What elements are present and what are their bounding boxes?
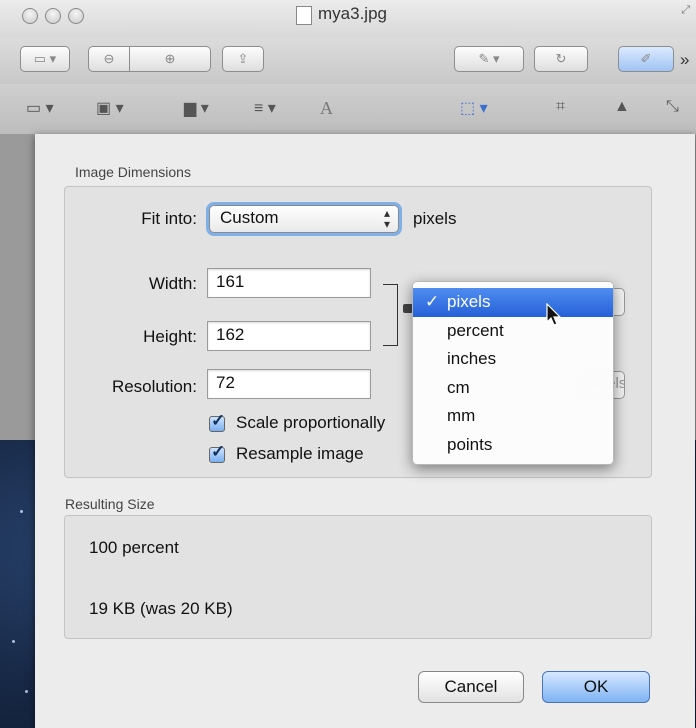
sidebar-view-icon: ▭ ▾ (33, 51, 57, 66)
annotate-button[interactable]: ✎ ▾ (454, 46, 524, 72)
menu-item-label: mm (447, 406, 476, 425)
menu-item-mm[interactable]: mm (413, 402, 613, 431)
menu-item-label: pixels (447, 292, 491, 311)
height-field[interactable]: 162 (207, 321, 371, 351)
fit-into-popup[interactable]: Custom ▴ ▾ (209, 205, 399, 233)
sidebar-view-button[interactable]: ▭ ▾ (20, 46, 70, 72)
fullscreen-icon[interactable]: ⤢ (681, 4, 690, 17)
minimize-window-button[interactable] (45, 8, 61, 24)
resulting-size-group (64, 515, 652, 639)
main-toolbar: ▭ ▾ ⊖ ⊕ ⇪ ✎ ▾ ↻ ✐ » (0, 38, 696, 84)
height-label: Height: (143, 327, 197, 346)
menu-item-percent[interactable]: percent (413, 317, 613, 346)
result-percent: 100 percent (89, 538, 179, 557)
fit-into-label: Fit into: (141, 209, 197, 228)
menu-check-icon: ✓ (425, 292, 440, 311)
cancel-button[interactable]: Cancel (418, 671, 524, 703)
annotate-pen-icon: ✎ ▾ (478, 51, 500, 66)
resample-image-label[interactable]: Resample image (236, 444, 364, 464)
close-window-button[interactable] (22, 8, 38, 24)
checkmark-icon: ✓ (211, 411, 226, 430)
resolution-label: Resolution: (111, 377, 197, 396)
menu-item-label: percent (447, 321, 504, 340)
menu-item-pixels[interactable]: ✓ pixels (413, 288, 613, 317)
dimensions-heading: Image Dimensions (75, 164, 191, 180)
zoom-in-button[interactable]: ⊕ (129, 46, 211, 72)
edit-toolbar-button[interactable]: ✐ (618, 46, 674, 72)
zoom-out-button[interactable]: ⊖ (88, 46, 130, 72)
lock-bracket (383, 284, 398, 346)
fit-into-value: Custom (220, 208, 279, 227)
units-dropdown-menu: ✓ pixels percent inches cm mm points (412, 281, 614, 465)
selection-rect-icon[interactable]: ▭ ▾ (26, 98, 54, 118)
adjust-size-icon[interactable]: ⤡ (666, 98, 679, 116)
edit-toolbar-icon: ✐ (640, 51, 652, 66)
line-style-icon[interactable]: ≡ ▾ (254, 98, 276, 118)
mouse-cursor-icon (546, 303, 562, 326)
crop-icon[interactable]: ⌗ (556, 98, 565, 116)
adjust-color-icon[interactable]: ▲ (614, 98, 630, 116)
selection-tool-icon[interactable]: ⬚ ▾ (460, 98, 488, 118)
menu-item-points[interactable]: points (413, 431, 613, 460)
star (20, 510, 23, 513)
menu-item-label: cm (447, 378, 470, 397)
menu-item-label: inches (447, 349, 497, 368)
width-field[interactable]: 161 (207, 268, 371, 298)
result-file-size: 19 KB (was 20 KB) (89, 599, 233, 618)
toolbar-overflow-icon[interactable]: » (680, 50, 689, 70)
rotate-button[interactable]: ↻ (534, 46, 588, 72)
text-style-icon[interactable]: A (320, 98, 333, 119)
share-icon: ⇪ (237, 51, 249, 66)
menu-item-label: points (447, 435, 493, 454)
star (25, 690, 28, 693)
zoom-in-icon: ⊕ (164, 51, 176, 66)
resolution-field[interactable]: 72 (207, 369, 371, 399)
edit-toolbar: ▭ ▾ ▣ ▾ ▆ ▾ ≡ ▾ A ⬚ ▾ ⌗ ▲ ⤡ (0, 84, 696, 135)
document-icon (296, 6, 312, 25)
menu-item-cm[interactable]: cm (413, 374, 613, 403)
zoom-window-button[interactable] (68, 8, 84, 24)
share-button[interactable]: ⇪ (222, 46, 264, 72)
menu-item-inches[interactable]: inches (413, 345, 613, 374)
text-box-icon[interactable]: ▣ ▾ (96, 98, 124, 118)
checkmark-icon: ✓ (211, 442, 226, 461)
star (12, 640, 15, 643)
popup-arrows-icon: ▴ ▾ (383, 206, 390, 231)
title-bar: mya3.jpg ⤢ (0, 0, 696, 42)
scale-proportionally-checkbox[interactable]: ✓ (209, 411, 225, 432)
fit-into-units: pixels (413, 209, 457, 228)
zoom-out-icon: ⊖ (103, 51, 115, 66)
ok-button[interactable]: OK (542, 671, 650, 703)
width-label: Width: (148, 274, 197, 293)
resulting-size-heading: Resulting Size (65, 496, 155, 512)
color-swatch-icon[interactable]: ▆ ▾ (184, 98, 209, 118)
scale-proportionally-label[interactable]: Scale proportionally (236, 413, 414, 433)
rotate-icon: ↻ (555, 51, 567, 66)
resample-image-checkbox[interactable]: ✓ (209, 442, 225, 463)
window-title: mya3.jpg (318, 4, 387, 23)
